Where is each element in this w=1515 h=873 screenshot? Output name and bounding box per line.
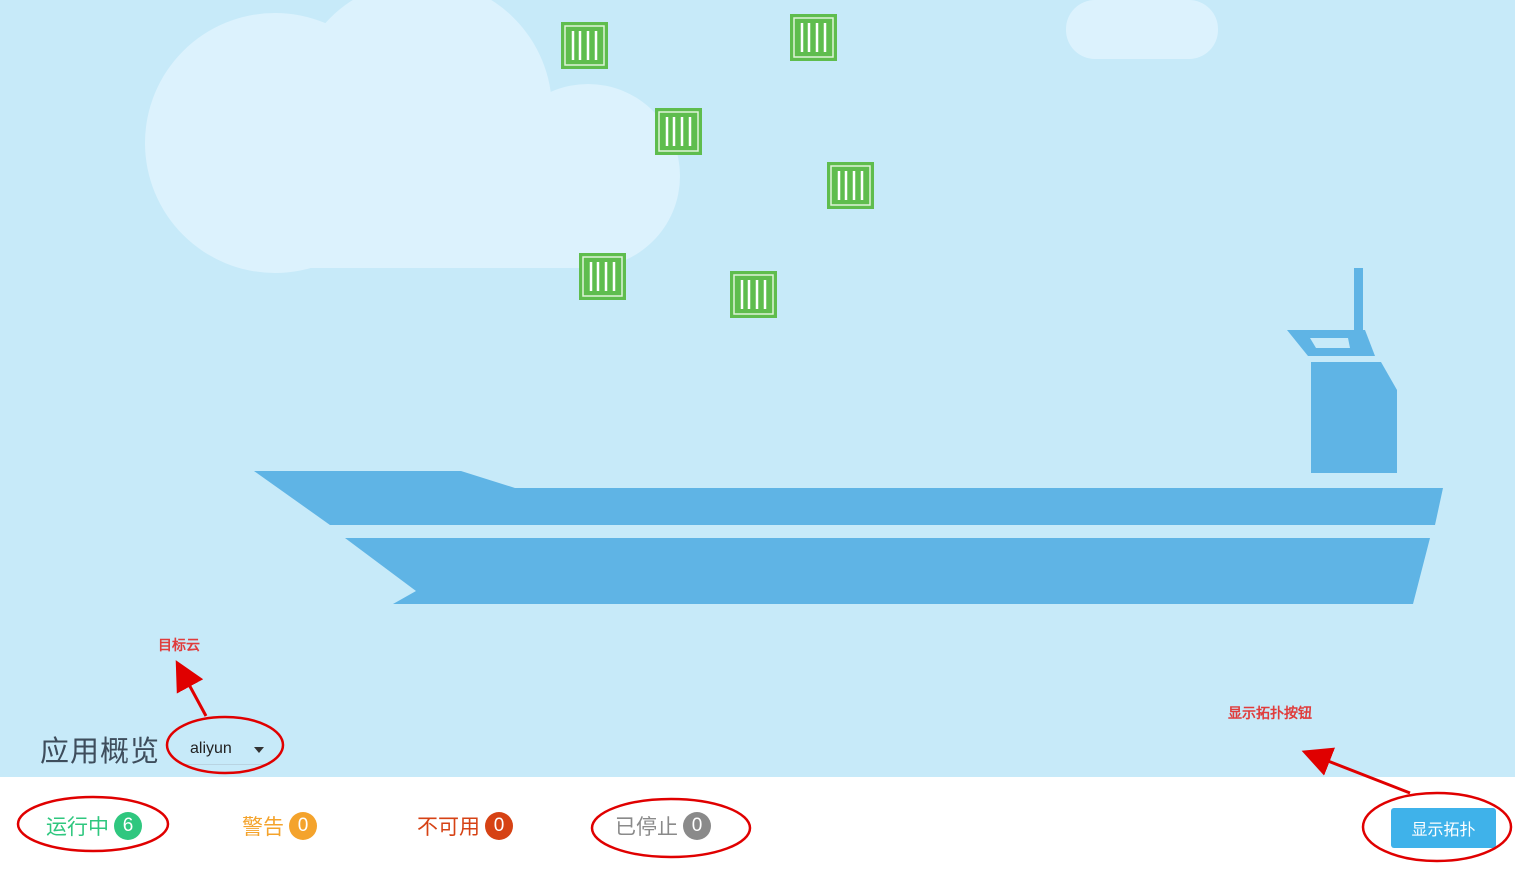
status-unavailable-label: 不可用 (417, 816, 480, 839)
show-topology-button[interactable]: 显示拓扑 (1391, 808, 1496, 848)
target-cloud-value: aliyun (190, 740, 232, 757)
ship-illustration (254, 268, 1443, 604)
status-unavailable-count: 0 (485, 812, 513, 840)
container-icon (730, 271, 777, 318)
status-unavailable[interactable]: 不可用 0 (417, 811, 513, 841)
status-warning[interactable]: 警告 0 (242, 811, 317, 841)
container-icon (579, 253, 626, 300)
status-stopped[interactable]: 已停止 0 (615, 811, 711, 841)
status-running-count: 6 (114, 812, 142, 840)
page-title: 应用概览 (40, 736, 161, 768)
ship-scene (0, 0, 1515, 777)
annotation-show-topology: 显示拓扑按钮 (1228, 706, 1312, 722)
status-bar: 运行中 6 警告 0 不可用 0 已停止 0 显示拓扑 (0, 777, 1515, 873)
container-icon (561, 22, 608, 69)
scene-illustration (145, 0, 1443, 604)
container-icon (827, 162, 874, 209)
container-icon (655, 108, 702, 155)
container-icon (790, 14, 837, 61)
annotation-target-cloud: 目标云 (158, 638, 200, 654)
status-running[interactable]: 运行中 6 (46, 811, 142, 841)
target-cloud-select[interactable]: aliyun (184, 734, 270, 765)
status-warning-label: 警告 (242, 816, 284, 839)
status-stopped-count: 0 (683, 812, 711, 840)
status-running-label: 运行中 (46, 816, 109, 839)
small-cloud (1066, 0, 1218, 59)
status-stopped-label: 已停止 (615, 816, 678, 839)
chevron-down-icon (254, 747, 264, 753)
status-warning-count: 0 (289, 812, 317, 840)
